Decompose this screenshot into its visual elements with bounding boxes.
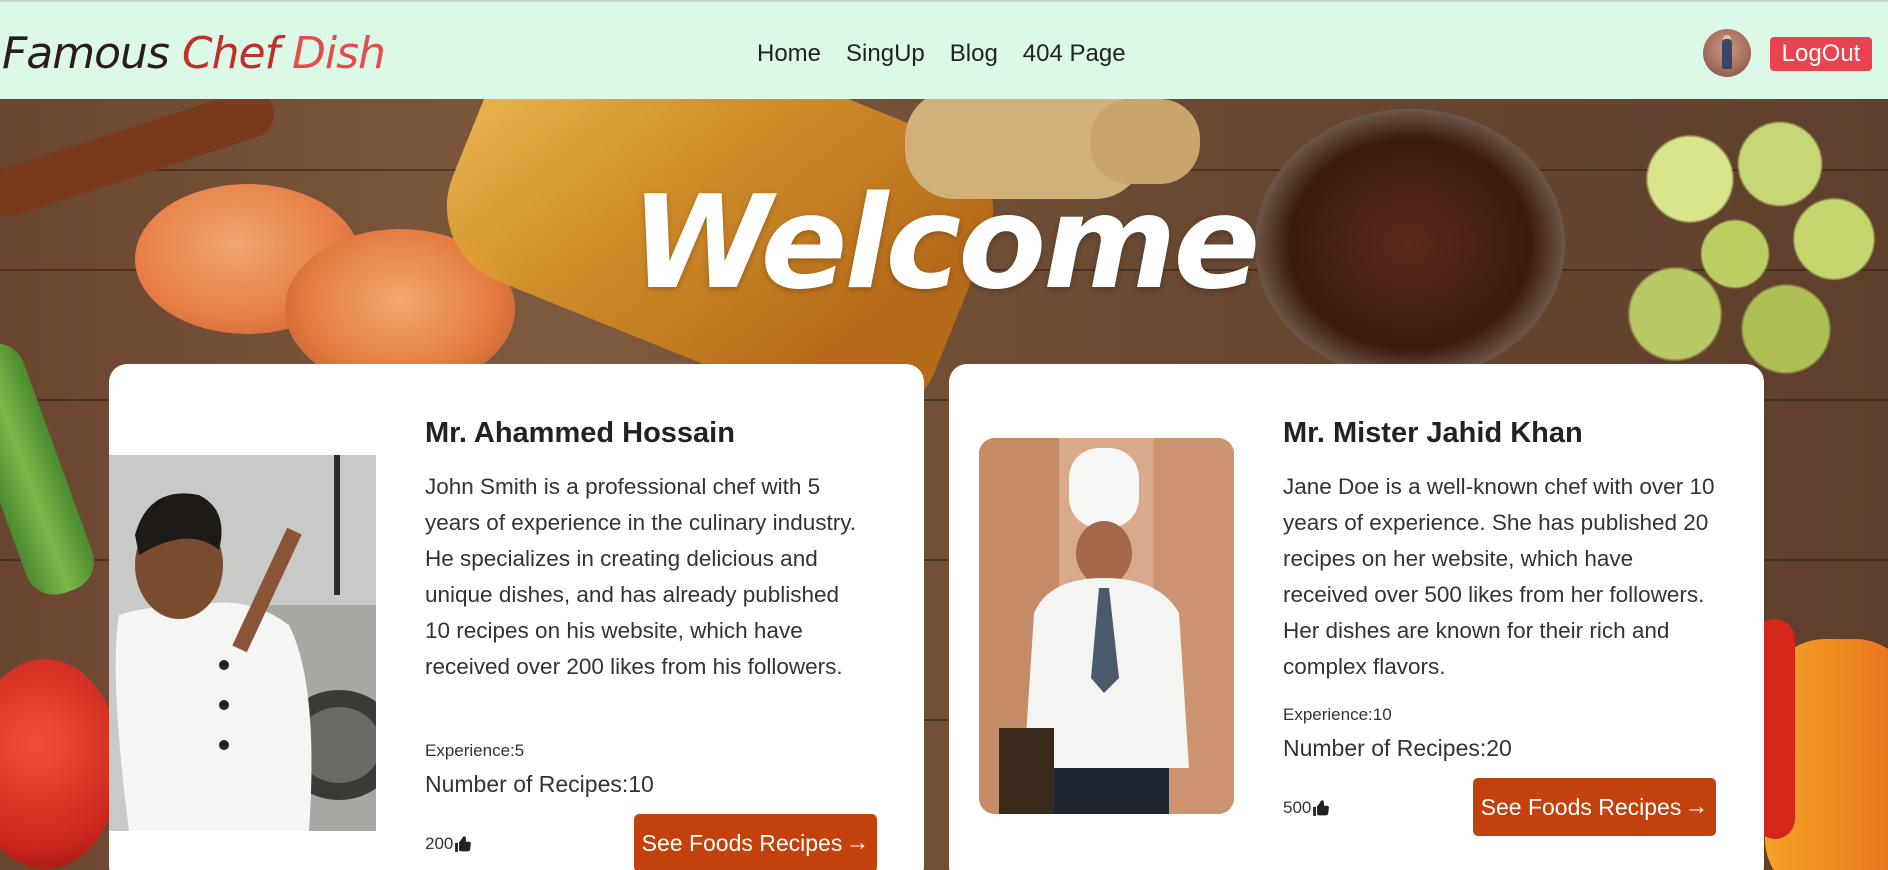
brand-part-famous: Famous [2, 28, 182, 79]
chef-photo-illustration [109, 455, 376, 831]
chef-bio: Jane Doe is a well-known chef with over … [1283, 474, 1715, 679]
nav-link-404[interactable]: 404 Page [1023, 40, 1126, 68]
chef-card: Mr. Mister Jahid Khan Jane Doe is a well… [949, 364, 1764, 870]
chef-bio: John Smith is a professional chef with 5… [425, 474, 857, 679]
brand-logo[interactable]: Famous Chef Dish [2, 28, 386, 79]
logout-button[interactable]: LogOut [1770, 37, 1872, 71]
thumbs-up-icon [455, 836, 472, 852]
likes-counter[interactable]: 500 [1283, 798, 1330, 818]
arrow-right-icon: → [845, 829, 870, 856]
chef-name: Mr. Ahammed Hossain [425, 417, 735, 449]
see-recipes-label: See Foods Recipes [641, 829, 843, 856]
arrow-right-icon: → [1684, 793, 1709, 820]
brand-part-dish: Dish [292, 28, 386, 79]
chef-recipes-count: Number of Recipes:10 [425, 771, 654, 797]
nav-link-signup[interactable]: SingUp [846, 40, 925, 68]
asparagus-image [0, 334, 103, 604]
chef-experience: Experience:10 [1283, 705, 1392, 724]
hero-title: Welcome [630, 169, 1261, 318]
see-recipes-label: See Foods Recipes [1480, 793, 1682, 820]
see-recipes-button[interactable]: See Foods Recipes → [634, 814, 877, 870]
chef-card: Mr. Ahammed Hossain John Smith is a prof… [109, 364, 924, 870]
likes-counter[interactable]: 200 [425, 834, 472, 854]
tomato-image [0, 659, 120, 869]
chef-name: Mr. Mister Jahid Khan [1283, 417, 1583, 449]
thumbs-up-icon [1313, 800, 1330, 816]
brand-part-chef: Chef [181, 28, 293, 79]
chef-recipes-count: Number of Recipes:20 [1283, 735, 1512, 761]
chef-photo [979, 438, 1234, 814]
likes-count: 200 [425, 834, 454, 853]
user-avatar[interactable] [1703, 29, 1751, 77]
navbar: Famous Chef Dish Home SingUp Blog 404 Pa… [0, 0, 1888, 99]
chef-experience: Experience:5 [425, 741, 525, 760]
nav-link-home[interactable]: Home [757, 40, 821, 68]
nav-link-blog[interactable]: Blog [950, 40, 998, 68]
likes-count: 500 [1283, 798, 1312, 817]
chef-photo-illustration [979, 438, 1234, 814]
main-nav: Home SingUp Blog 404 Page [757, 40, 1126, 68]
chef-photo [109, 455, 376, 831]
see-recipes-button[interactable]: See Foods Recipes → [1473, 778, 1716, 836]
